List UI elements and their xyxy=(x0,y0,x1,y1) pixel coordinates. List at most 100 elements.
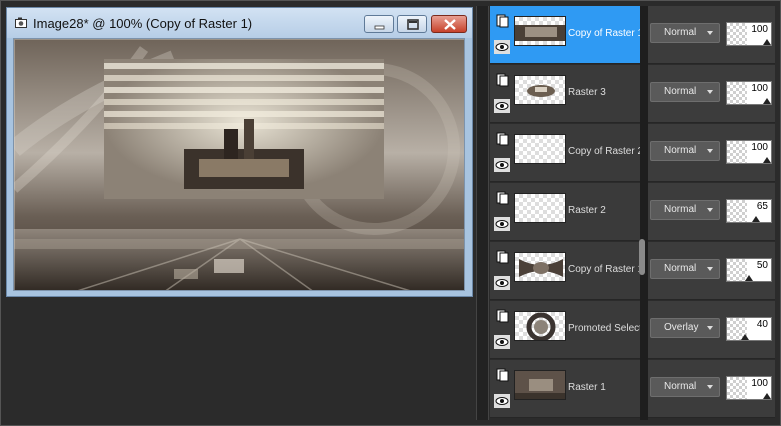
opacity-swatch xyxy=(727,82,747,104)
opacity-slider[interactable]: 65 xyxy=(726,199,772,223)
blend-mode-label: Normal xyxy=(664,381,697,392)
layer-thumbnail xyxy=(514,311,566,341)
panel-divider[interactable] xyxy=(476,6,489,420)
layer-properties-cell: Normal 100 xyxy=(648,6,775,64)
chevron-down-icon xyxy=(707,90,713,94)
layer-name: Raster 1 xyxy=(568,382,606,393)
link-icon[interactable] xyxy=(495,191,509,205)
opacity-marker[interactable] xyxy=(763,39,771,45)
opacity-slider[interactable]: 100 xyxy=(726,140,772,164)
eye-icon[interactable] xyxy=(494,276,510,290)
opacity-value: 50 xyxy=(756,260,768,271)
layer-thumbnail xyxy=(514,193,566,223)
layer-name: Copy of Raster 1 xyxy=(568,28,640,39)
close-button[interactable] xyxy=(431,15,467,33)
layer-name-cell[interactable]: Raster 3 xyxy=(490,65,640,123)
opacity-slider[interactable]: 100 xyxy=(726,376,772,400)
blend-mode-dropdown[interactable]: Normal xyxy=(650,23,720,43)
layer-row[interactable]: Promoted Selection Overlay 40 xyxy=(490,301,775,359)
blend-mode-dropdown[interactable]: Normal xyxy=(650,141,720,161)
opacity-marker[interactable] xyxy=(763,98,771,104)
image-canvas[interactable] xyxy=(13,38,465,291)
layers-palette: Copy of Raster 1 Normal 100 Raster 3 Nor… xyxy=(490,6,775,420)
opacity-marker[interactable] xyxy=(763,393,771,399)
blend-mode-label: Normal xyxy=(664,86,697,97)
layer-thumbnail xyxy=(514,370,566,400)
layer-name-cell[interactable]: Promoted Selection xyxy=(490,301,640,359)
image-window-titlebar[interactable]: Image28* @ 100% (Copy of Raster 1) xyxy=(7,8,472,38)
image-icon xyxy=(15,17,27,28)
blend-mode-dropdown[interactable]: Normal xyxy=(650,259,720,279)
layer-name-cell[interactable]: Raster 1 xyxy=(490,360,640,418)
blend-mode-dropdown[interactable]: Overlay xyxy=(650,318,720,338)
eye-icon[interactable] xyxy=(494,40,510,54)
layer-properties-cell: Overlay 40 xyxy=(648,301,775,359)
link-icon[interactable] xyxy=(495,368,509,382)
eye-icon[interactable] xyxy=(494,99,510,113)
workspace-background xyxy=(6,297,473,422)
chevron-down-icon xyxy=(707,267,713,271)
opacity-swatch xyxy=(727,200,747,222)
layer-name: Promoted Selection xyxy=(568,323,640,334)
layer-row[interactable]: Raster 1 Normal 100 xyxy=(490,360,775,418)
layer-properties-cell: Normal 100 xyxy=(648,65,775,123)
minimize-icon xyxy=(374,25,385,30)
blend-mode-label: Normal xyxy=(664,27,697,38)
layer-name: Raster 2 xyxy=(568,205,606,216)
opacity-marker[interactable] xyxy=(741,334,749,340)
chevron-down-icon xyxy=(707,208,713,212)
link-icon[interactable] xyxy=(495,309,509,323)
opacity-marker[interactable] xyxy=(745,275,753,281)
layer-name-cell[interactable]: Copy of Raster 1 xyxy=(490,6,640,64)
maximize-button[interactable] xyxy=(397,15,427,33)
opacity-swatch xyxy=(727,23,747,45)
layer-name: Raster 3 xyxy=(568,87,606,98)
palette-resize-handle[interactable] xyxy=(639,239,645,275)
eye-icon[interactable] xyxy=(494,217,510,231)
layer-name-cell[interactable]: Copy of Raster 1 xyxy=(490,242,640,300)
layer-row[interactable]: Raster 3 Normal 100 xyxy=(490,65,775,123)
opacity-slider[interactable]: 100 xyxy=(726,22,772,46)
opacity-swatch xyxy=(727,377,747,399)
thumbnail-dark-scene xyxy=(515,371,565,399)
link-icon[interactable] xyxy=(495,73,509,87)
blend-mode-dropdown[interactable]: Normal xyxy=(650,377,720,397)
opacity-marker[interactable] xyxy=(763,157,771,163)
opacity-swatch xyxy=(727,259,747,281)
layer-thumbnail xyxy=(514,134,566,164)
eye-icon[interactable] xyxy=(494,158,510,172)
opacity-swatch xyxy=(727,141,747,163)
link-icon[interactable] xyxy=(495,250,509,264)
opacity-slider[interactable]: 40 xyxy=(726,317,772,341)
layer-row[interactable]: Copy of Raster 1 Normal 50 xyxy=(490,242,775,300)
opacity-slider[interactable]: 100 xyxy=(726,81,772,105)
layer-properties-cell: Normal 65 xyxy=(648,183,775,241)
layer-name-cell[interactable]: Raster 2 xyxy=(490,183,640,241)
thumbnail-ring xyxy=(526,312,556,340)
opacity-value: 40 xyxy=(756,319,768,330)
opacity-value: 100 xyxy=(751,24,768,35)
link-icon[interactable] xyxy=(495,132,509,146)
minimize-button[interactable] xyxy=(364,15,394,33)
opacity-marker[interactable] xyxy=(752,216,760,222)
eye-icon[interactable] xyxy=(494,394,510,408)
layer-properties-cell: Normal 100 xyxy=(648,124,775,182)
opacity-slider[interactable]: 50 xyxy=(726,258,772,282)
blend-mode-label: Normal xyxy=(664,204,697,215)
chevron-down-icon xyxy=(707,149,713,153)
blend-mode-dropdown[interactable]: Normal xyxy=(650,200,720,220)
opacity-value: 65 xyxy=(756,201,768,212)
layer-row[interactable]: Raster 2 Normal 65 xyxy=(490,183,775,241)
blend-mode-label: Normal xyxy=(664,145,697,156)
chevron-down-icon xyxy=(707,385,713,389)
layer-row[interactable]: Copy of Raster 1 Normal 100 xyxy=(490,6,775,64)
eye-icon[interactable] xyxy=(494,335,510,349)
chevron-down-icon xyxy=(707,326,713,330)
blend-mode-label: Normal xyxy=(664,263,697,274)
opacity-value: 100 xyxy=(751,83,768,94)
layer-name-cell[interactable]: Copy of Raster 2 xyxy=(490,124,640,182)
blend-mode-dropdown[interactable]: Normal xyxy=(650,82,720,102)
opacity-value: 100 xyxy=(751,142,768,153)
link-icon[interactable] xyxy=(495,14,509,28)
layer-row[interactable]: Copy of Raster 2 Normal 100 xyxy=(490,124,775,182)
